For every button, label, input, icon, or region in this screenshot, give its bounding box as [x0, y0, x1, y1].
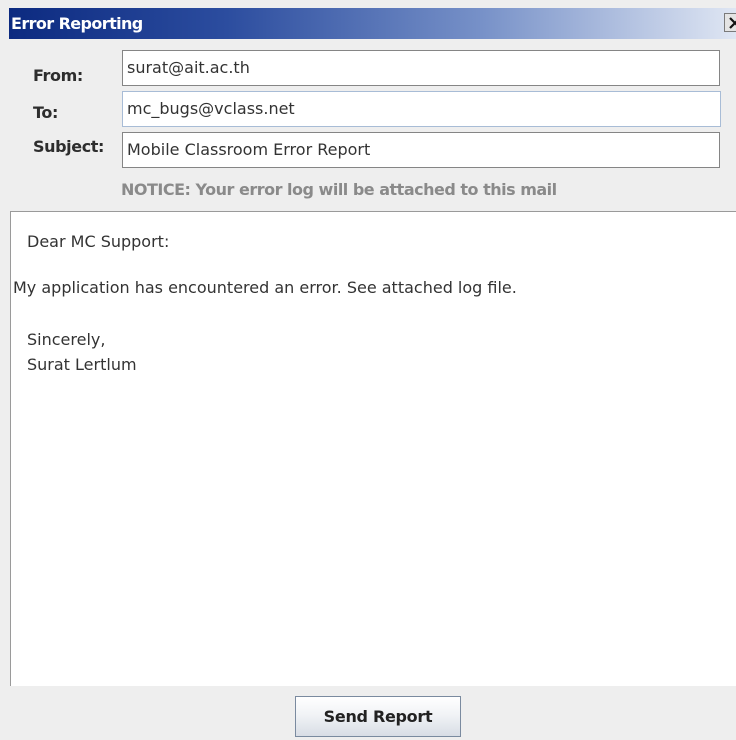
window-title: Error Reporting [11, 14, 143, 33]
send-report-button[interactable]: Send Report [295, 696, 461, 737]
to-label: To: [33, 103, 58, 122]
close-button[interactable] [724, 13, 736, 32]
to-field[interactable]: mc_bugs@vclass.net [122, 91, 721, 127]
message-line: Dear MC Support: [27, 232, 170, 251]
from-field[interactable]: surat@ait.ac.th [122, 50, 720, 86]
message-line: My application has encountered an error.… [13, 278, 517, 297]
footer-panel: Send Report [9, 686, 736, 740]
subject-field[interactable]: Mobile Classroom Error Report [122, 132, 720, 168]
from-label: From: [33, 66, 83, 85]
close-icon [729, 17, 736, 29]
subject-label: Subject: [33, 137, 105, 156]
error-reporting-dialog: Error Reporting From: surat@ait.ac.th To… [0, 0, 736, 740]
title-bar[interactable]: Error Reporting [9, 8, 736, 39]
message-line: Sincerely, [27, 330, 106, 349]
header-panel: From: surat@ait.ac.th To: mc_bugs@vclass… [9, 39, 736, 210]
notice-text: NOTICE: Your error log will be attached … [121, 180, 557, 199]
message-line: Surat Lertlum [27, 355, 137, 374]
message-body-textarea[interactable]: Dear MC Support: My application has enco… [10, 211, 736, 686]
